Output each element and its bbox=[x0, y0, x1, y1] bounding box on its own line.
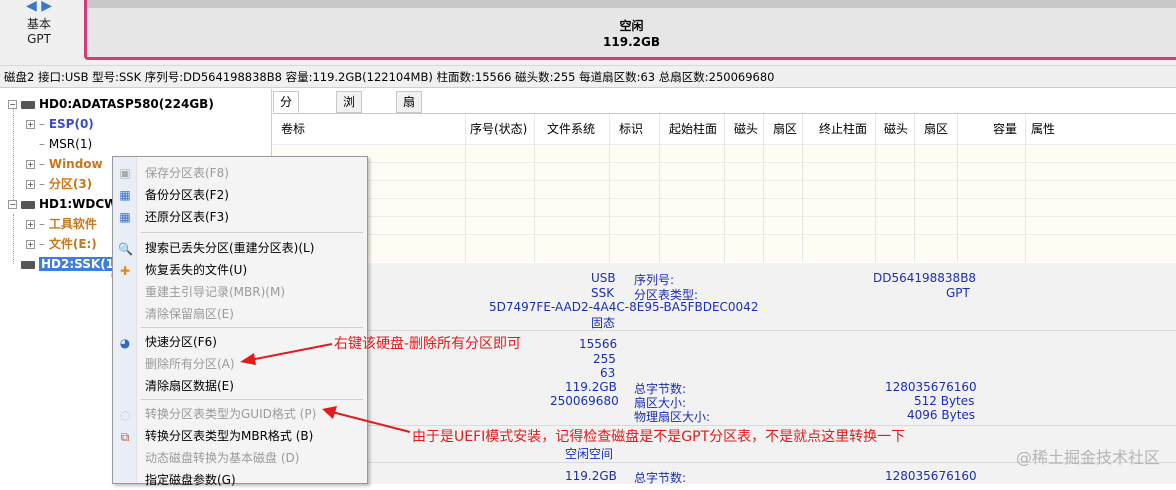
tree-node-part3[interactable]: +– 分区(3) bbox=[26, 175, 92, 193]
free-space-label: 空闲 bbox=[87, 17, 1176, 34]
detail-total-sectors: 250069680 bbox=[550, 394, 619, 408]
partition-line-icon: – bbox=[39, 237, 45, 251]
disk-map-bar: ◀ ▶ 基本 GPT 空闲 119.2GB bbox=[0, 0, 1176, 66]
tree-node-hd0[interactable]: −HD0:ADATASP580(224GB) bbox=[8, 95, 214, 113]
collapse-toggle-icon[interactable]: − bbox=[8, 100, 17, 109]
scroll-arrows-icon[interactable]: ◀ ▶ bbox=[26, 0, 52, 12]
watermark: @稀土掘金技术社区 bbox=[1016, 444, 1160, 468]
detail-cylinders: 15566 bbox=[579, 337, 617, 351]
menu-item-search-lost[interactable]: 搜索已丢失分区(重建分区表)(L) bbox=[145, 238, 314, 258]
column-header[interactable]: 卷标 bbox=[281, 120, 305, 137]
convert-mbr-icon: ⧉ bbox=[118, 430, 132, 444]
collapse-toggle-icon[interactable]: − bbox=[8, 200, 17, 209]
column-header[interactable]: 磁头 bbox=[884, 120, 908, 137]
menu-item-recover-files[interactable]: 恢复丢失的文件(U) bbox=[145, 260, 247, 280]
expand-toggle-icon[interactable]: + bbox=[26, 240, 35, 249]
annotation-arrow-2 bbox=[318, 402, 414, 438]
free-space-block[interactable]: 空闲 119.2GB bbox=[84, 0, 1176, 60]
column-header[interactable]: 扇区 bbox=[924, 120, 948, 137]
disk-info-line: 磁盘2 接口:USB 型号:SSK 序列号:DD564198838B8 容量:1… bbox=[0, 66, 1176, 88]
backup-icon: ▦ bbox=[118, 188, 132, 202]
column-header[interactable]: 文件系统 bbox=[547, 120, 595, 137]
expand-toggle-icon[interactable]: + bbox=[26, 180, 35, 189]
detail-phys-sector: 4096 Bytes bbox=[907, 408, 975, 422]
column-header[interactable]: 起始柱面 bbox=[669, 120, 717, 137]
tree-node-hd2[interactable]: HD2:SSK(11 bbox=[8, 255, 124, 273]
tree-node-files[interactable]: +– 文件(E:) bbox=[26, 235, 97, 253]
quick-partition-icon: ◕ bbox=[118, 336, 132, 350]
hard-disk-icon bbox=[21, 201, 35, 209]
hard-disk-icon bbox=[21, 101, 35, 109]
disk-style-label: 基本 bbox=[0, 15, 78, 32]
partition-line-icon: – bbox=[39, 177, 45, 191]
partition-line-icon: – bbox=[39, 117, 45, 131]
detail-spt: 63 bbox=[600, 366, 615, 380]
detail-pt-type: GPT bbox=[946, 286, 970, 300]
menu-item-clear-reserved[interactable]: 清除保留扇区(E) bbox=[145, 304, 234, 324]
menu-item-disk-params[interactable]: 指定磁盘参数(G) bbox=[145, 470, 236, 490]
detail-heads: 255 bbox=[593, 352, 616, 366]
partition-line-icon: – bbox=[39, 137, 45, 151]
free-space-stripe bbox=[87, 0, 1176, 8]
menu-item-quick-partition[interactable]: 快速分区(F6) bbox=[145, 332, 217, 352]
expand-toggle-icon[interactable]: + bbox=[26, 160, 35, 169]
detail-sector-size: 512 Bytes bbox=[914, 394, 974, 408]
search-icon: 🔍 bbox=[118, 242, 132, 256]
expand-toggle-icon[interactable]: + bbox=[26, 220, 35, 229]
detail-guid: 5D7497FE-AAD2-4A4C-8E95-BA5FBDEC0042 bbox=[489, 300, 758, 314]
annotation-convert-gpt: 由于是UEFI模式安装，记得检查磁盘是不是GPT分区表，不是就点这里转换一下 bbox=[412, 426, 905, 446]
detail-label: 物理扇区大小: bbox=[634, 408, 710, 425]
restore-icon: ▦ bbox=[118, 210, 132, 224]
menu-item-clear-sectors[interactable]: 清除扇区数据(E) bbox=[145, 376, 234, 396]
tree-node-tools[interactable]: +– 工具软件 bbox=[26, 215, 97, 233]
menu-item-convert-mbr[interactable]: 转换分区表类型为MBR格式 (B) bbox=[145, 426, 313, 446]
annotation-delete-all: 右键该硬盘-删除所有分区即可 bbox=[334, 333, 521, 353]
partition-table: 卷标 序号(状态) 文件系统 标识 起始柱面 磁头 扇区 终止柱面 磁头 扇区 … bbox=[273, 113, 1176, 263]
column-header[interactable]: 扇区 bbox=[773, 120, 797, 137]
column-header[interactable]: 标识 bbox=[619, 120, 643, 137]
detail-capacity: 119.2GB bbox=[565, 380, 617, 394]
menu-item-backup-table[interactable]: 备份分区表(F2) bbox=[145, 185, 229, 205]
convert-guid-icon: ◌ bbox=[118, 408, 132, 422]
menu-item-convert-guid[interactable]: 转换分区表类型为GUID格式 (P) bbox=[145, 404, 316, 424]
tree-node-msr[interactable]: – MSR(1) bbox=[26, 135, 92, 153]
partition-line-icon: – bbox=[39, 157, 45, 171]
detail-total-bytes: 128035676160 bbox=[885, 380, 977, 394]
detail-capacity: 119.2GB bbox=[565, 469, 617, 483]
detail-interface: USB bbox=[591, 271, 616, 285]
expand-toggle-icon[interactable]: + bbox=[26, 120, 35, 129]
detail-free-space: 空闲空间 bbox=[565, 445, 613, 462]
menu-item-dynamic-to-basic[interactable]: 动态磁盘转换为基本磁盘 (D) bbox=[145, 448, 299, 468]
disk-type-box[interactable]: ◀ ▶ 基本 GPT bbox=[0, 0, 78, 66]
partition-line-icon: – bbox=[39, 217, 45, 231]
recover-files-icon: ✚ bbox=[118, 264, 132, 278]
detail-label: 总字节数: bbox=[634, 469, 686, 486]
menu-item-rebuild-mbr[interactable]: 重建主引导记录(MBR)(M) bbox=[145, 282, 285, 302]
detail-total-bytes: 128035676160 bbox=[885, 469, 977, 483]
annotation-arrow-1 bbox=[236, 338, 336, 368]
tree-node-esp[interactable]: +– ESP(0) bbox=[26, 115, 94, 133]
menu-item-restore-table[interactable]: 还原分区表(F3) bbox=[145, 207, 229, 227]
tree-node-hd1[interactable]: −HD1:WDCW bbox=[8, 195, 117, 213]
column-header[interactable]: 属性 bbox=[1031, 120, 1055, 137]
tab-partition-params[interactable]: 分区参数 bbox=[273, 91, 299, 113]
tree-guide bbox=[13, 106, 14, 206]
tab-sector-edit[interactable]: 扇区编辑 bbox=[396, 91, 422, 113]
tree-node-windows[interactable]: +– Window bbox=[26, 155, 103, 173]
save-icon: ▣ bbox=[118, 166, 132, 180]
free-space-size: 119.2GB bbox=[87, 35, 1176, 49]
detail-serial: DD564198838B8 bbox=[873, 271, 976, 285]
menu-item-save-table[interactable]: 保存分区表(F8) bbox=[145, 163, 229, 183]
detail-disk-kind: 固态 bbox=[591, 314, 615, 331]
detail-model: SSK bbox=[591, 286, 614, 300]
column-header[interactable]: 容量 bbox=[993, 120, 1017, 137]
column-header[interactable]: 终止柱面 bbox=[819, 120, 867, 137]
column-header[interactable]: 磁头 bbox=[734, 120, 758, 137]
column-header[interactable]: 序号(状态) bbox=[470, 120, 527, 137]
tab-browse-files[interactable]: 浏览文件 bbox=[336, 91, 362, 113]
menu-item-delete-all[interactable]: 删除所有分区(A) bbox=[145, 354, 235, 374]
hard-disk-icon bbox=[21, 261, 35, 269]
disk-partition-style: GPT bbox=[0, 32, 78, 46]
